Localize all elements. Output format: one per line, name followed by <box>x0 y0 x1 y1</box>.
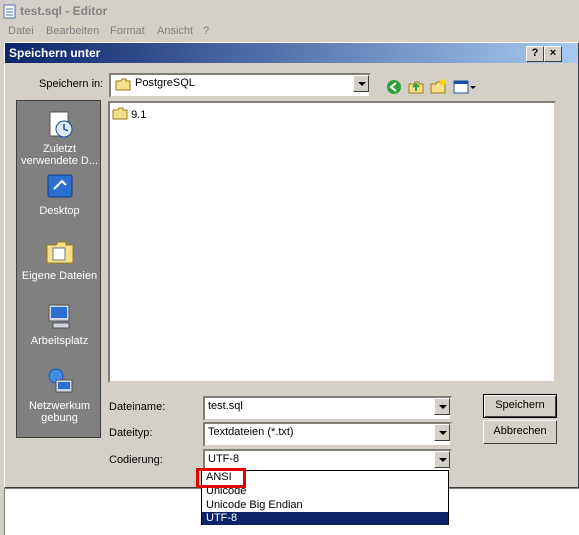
folder-name: 9.1 <box>131 109 147 121</box>
recent-documents-icon <box>49 111 72 138</box>
new-folder-icon[interactable] <box>429 78 447 96</box>
my-documents-icon <box>46 241 73 264</box>
list-item[interactable]: 9.1 <box>112 107 146 121</box>
encoding-value: UTF-8 <box>208 453 240 465</box>
highlight-annotation <box>196 468 246 488</box>
save-in-dropdown[interactable]: PostgreSQL <box>109 73 371 98</box>
chevron-down-icon[interactable] <box>434 424 450 441</box>
folder-icon <box>112 107 128 120</box>
save-in-label: Speichern in: <box>39 78 104 90</box>
save-in-value: PostgreSQL <box>135 77 195 89</box>
place-label: Arbeitsplatz <box>30 335 89 347</box>
encoding-label: Codierung: <box>109 454 163 466</box>
place-desktop[interactable]: Desktop <box>17 171 102 217</box>
filetype-value: Textdateien (*.txt) <box>208 426 294 438</box>
editor-titlebar: test.sql - Editor <box>0 0 579 22</box>
filetype-label: Dateityp: <box>109 427 153 439</box>
chevron-down-icon[interactable] <box>434 398 450 415</box>
filename-value: test.sql <box>208 400 243 412</box>
dialog-title: Speichern unter <box>9 46 101 60</box>
chevron-down-icon[interactable] <box>353 75 369 92</box>
back-icon[interactable] <box>385 78 403 96</box>
menubar: Datei Bearbeiten Format Ansicht ? <box>0 22 579 42</box>
dialog-titlebar: Speichern unter ? × <box>5 43 578 63</box>
save-as-dialog: Speichern unter ? × Speichern in: Postgr… <box>4 42 579 488</box>
place-my-computer[interactable]: Arbeitsplatz <box>17 301 102 347</box>
filetype-dropdown[interactable]: Textdateien (*.txt) <box>203 422 452 447</box>
place-label: Zuletzt verwendete D... <box>20 143 99 167</box>
encoding-option-utf8[interactable]: UTF-8 <box>202 512 448 525</box>
help-button[interactable]: ? <box>526 46 544 62</box>
window-title: test.sql - Editor <box>20 4 108 18</box>
notepad-icon <box>3 4 16 19</box>
place-label: Netzwerkumgebung <box>28 400 91 424</box>
place-recent[interactable]: Zuletzt verwendete D... <box>17 109 102 167</box>
file-list[interactable]: 9.1 <box>108 101 556 383</box>
encoding-option-unicode-big-endian[interactable]: Unicode Big Endian <box>202 499 448 512</box>
save-button[interactable]: Speichern <box>483 394 557 418</box>
filename-field[interactable]: test.sql <box>203 396 452 421</box>
close-button[interactable]: × <box>544 46 562 62</box>
place-my-documents[interactable]: Eigene Dateien <box>17 236 102 282</box>
filename-label: Dateiname: <box>109 401 166 413</box>
menu-ansicht[interactable]: Ansicht <box>157 25 193 37</box>
desktop-icon <box>47 174 72 198</box>
folder-icon <box>115 78 131 91</box>
place-network[interactable]: Netzwerkumgebung <box>17 366 102 424</box>
place-label: Eigene Dateien <box>21 270 98 282</box>
cancel-button[interactable]: Abbrechen <box>483 420 557 444</box>
menu-bearbeiten[interactable]: Bearbeiten <box>46 25 99 37</box>
network-icon <box>48 368 72 393</box>
place-label: Desktop <box>39 205 80 217</box>
menu-datei[interactable]: Datei <box>8 25 34 37</box>
places-bar: Zuletzt verwendete D... Desktop Eigene D… <box>16 100 101 438</box>
chevron-down-icon[interactable] <box>434 451 450 468</box>
my-computer-icon <box>48 304 69 329</box>
menu-help[interactable]: ? <box>203 25 209 37</box>
menu-format[interactable]: Format <box>110 25 145 37</box>
view-menu-icon[interactable] <box>453 78 477 96</box>
up-folder-icon[interactable] <box>407 78 425 96</box>
